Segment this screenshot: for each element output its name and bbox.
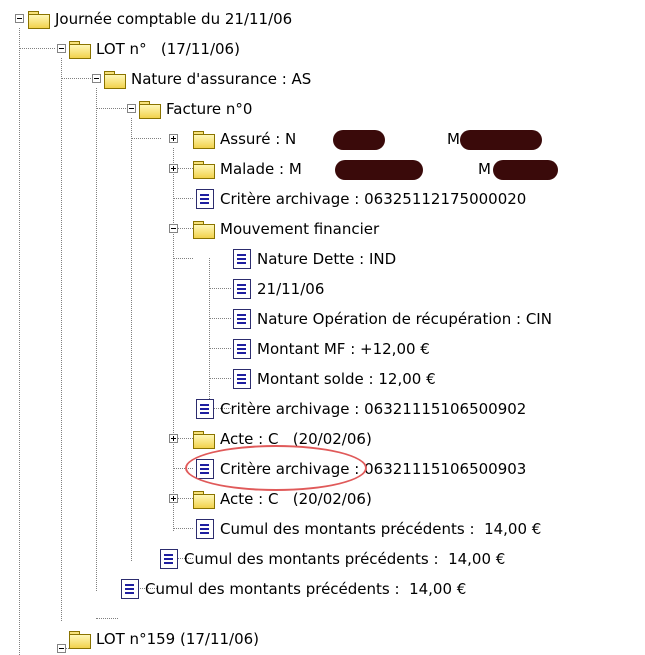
tree-node-nature-dette[interactable]: Nature Dette : IND	[233, 244, 396, 274]
redaction-mark	[335, 160, 423, 180]
tree-node-critere-1[interactable]: Critère archivage : 06325112175000020	[196, 184, 526, 214]
node-label: Critère archivage : 06321115106500903	[220, 460, 527, 478]
tree-node-nature-assurance[interactable]: Nature d'assurance : AS	[104, 64, 311, 94]
tree-node-critere-2[interactable]: Critère archivage : 06321115106500902	[196, 394, 526, 424]
tree-node-assure[interactable]: Assuré : N	[193, 124, 296, 154]
expand-toggle[interactable]	[169, 164, 178, 173]
document-icon	[196, 519, 214, 539]
node-label: Montant solde : 12,00 €	[257, 370, 436, 388]
node-label: Mouvement financier	[220, 220, 380, 238]
redaction-mark	[333, 130, 385, 150]
tree-connector	[173, 468, 193, 469]
node-label: Cumul des montants précédents : 14,00 €	[145, 580, 467, 598]
folder-icon	[193, 430, 215, 449]
node-label: Assuré : N	[220, 130, 297, 148]
tree-node-mouvement[interactable]: Mouvement financier	[193, 214, 379, 244]
node-label: 21/11/06	[257, 280, 325, 298]
redaction-mark	[493, 160, 558, 180]
tree-guide-line	[96, 88, 97, 591]
folder-icon	[104, 70, 126, 89]
folder-icon	[193, 490, 215, 509]
tree-guide-line	[173, 148, 174, 531]
document-icon	[233, 369, 251, 389]
document-icon	[233, 249, 251, 269]
node-label: Acte : C (20/02/06)	[220, 490, 372, 508]
expand-toggle[interactable]	[169, 434, 178, 443]
tree-connector	[19, 48, 55, 49]
tree-connector	[131, 138, 161, 139]
folder-icon	[193, 220, 215, 239]
node-label: LOT n° (17/11/06)	[96, 40, 240, 58]
document-icon	[196, 459, 214, 479]
node-label-extra: M	[447, 130, 460, 148]
expand-toggle[interactable]	[169, 494, 178, 503]
document-icon	[233, 279, 251, 299]
node-label: Critère archivage : 06325112175000020	[220, 190, 527, 208]
node-label: Critère archivage : 06321115106500902	[220, 400, 527, 418]
tree-node-cumul-3[interactable]: Cumul des montants précédents : 14,00 €	[121, 574, 466, 604]
tree-node-montant-solde[interactable]: Montant solde : 12,00 €	[233, 364, 436, 394]
node-label: Nature Opération de récupération : CIN	[257, 310, 552, 328]
document-icon	[233, 339, 251, 359]
tree-node-lot[interactable]: LOT n° (17/11/06)	[69, 34, 240, 64]
folder-icon	[139, 100, 161, 119]
tree-connector	[173, 528, 193, 529]
folder-icon	[193, 130, 215, 149]
tree-node-facture[interactable]: Facture n°0	[139, 94, 252, 124]
collapse-toggle[interactable]	[57, 44, 66, 53]
node-label: Cumul des montants précédents : 14,00 €	[184, 550, 506, 568]
tree-node-acte-2[interactable]: Acte : C (20/02/06)	[193, 484, 372, 514]
folder-icon	[193, 160, 215, 179]
node-label: Malade : M	[220, 160, 302, 178]
redaction-mark	[460, 130, 542, 150]
node-label: Acte : C (20/02/06)	[220, 430, 372, 448]
tree-node-acte-1[interactable]: Acte : C (20/02/06)	[193, 424, 372, 454]
tree-connector	[209, 288, 231, 289]
tree-node-cumul-1[interactable]: Cumul des montants précédents : 14,00 €	[196, 514, 541, 544]
tree-view: Journée comptable du 21/11/06 LOT n° (17…	[0, 0, 645, 655]
node-label: Facture n°0	[166, 100, 253, 118]
tree-connector	[96, 618, 118, 619]
node-label: Cumul des montants précédents : 14,00 €	[220, 520, 542, 538]
tree-node-montant-mf[interactable]: Montant MF : +12,00 €	[233, 334, 430, 364]
collapse-toggle[interactable]	[57, 644, 66, 653]
tree-connector	[209, 318, 231, 319]
tree-connector	[96, 108, 126, 109]
node-label: Nature Dette : IND	[257, 250, 397, 268]
document-icon	[233, 309, 251, 329]
tree-node-journee[interactable]: Journée comptable du 21/11/06	[28, 4, 292, 34]
document-icon	[121, 579, 139, 599]
tree-connector	[209, 378, 231, 379]
collapse-toggle[interactable]	[92, 74, 101, 83]
collapse-toggle[interactable]	[127, 104, 136, 113]
folder-icon	[69, 630, 91, 649]
tree-node-date[interactable]: 21/11/06	[233, 274, 324, 304]
collapse-toggle[interactable]	[15, 14, 24, 23]
node-label: Journée comptable du 21/11/06	[55, 10, 293, 28]
tree-node-malade[interactable]: Malade : M	[193, 154, 302, 184]
tree-node-critere-3[interactable]: Critère archivage : 06321115106500903	[196, 454, 526, 484]
expand-toggle[interactable]	[169, 134, 178, 143]
node-label-extra: M	[478, 160, 491, 178]
tree-guide-line	[19, 28, 20, 655]
folder-icon	[28, 10, 50, 29]
tree-connector	[209, 348, 231, 349]
tree-connector	[173, 198, 193, 199]
node-label: Nature d'assurance : AS	[131, 70, 312, 88]
document-icon	[196, 399, 214, 419]
tree-guide-line	[61, 58, 62, 621]
tree-guide-line	[209, 258, 210, 401]
tree-node-cumul-2[interactable]: Cumul des montants précédents : 14,00 €	[160, 544, 505, 574]
document-icon	[160, 549, 178, 569]
node-label: LOT n°159 (17/11/06)	[96, 630, 260, 648]
tree-node-nature-operation[interactable]: Nature Opération de récupération : CIN	[233, 304, 552, 334]
folder-icon	[69, 40, 91, 59]
tree-connector	[173, 258, 193, 259]
tree-node-lot-159[interactable]: LOT n°159 (17/11/06)	[69, 624, 259, 654]
tree-guide-line	[131, 118, 132, 561]
collapse-toggle[interactable]	[169, 224, 178, 233]
document-icon	[196, 189, 214, 209]
tree-connector	[61, 78, 91, 79]
node-label: Montant MF : +12,00 €	[257, 340, 430, 358]
